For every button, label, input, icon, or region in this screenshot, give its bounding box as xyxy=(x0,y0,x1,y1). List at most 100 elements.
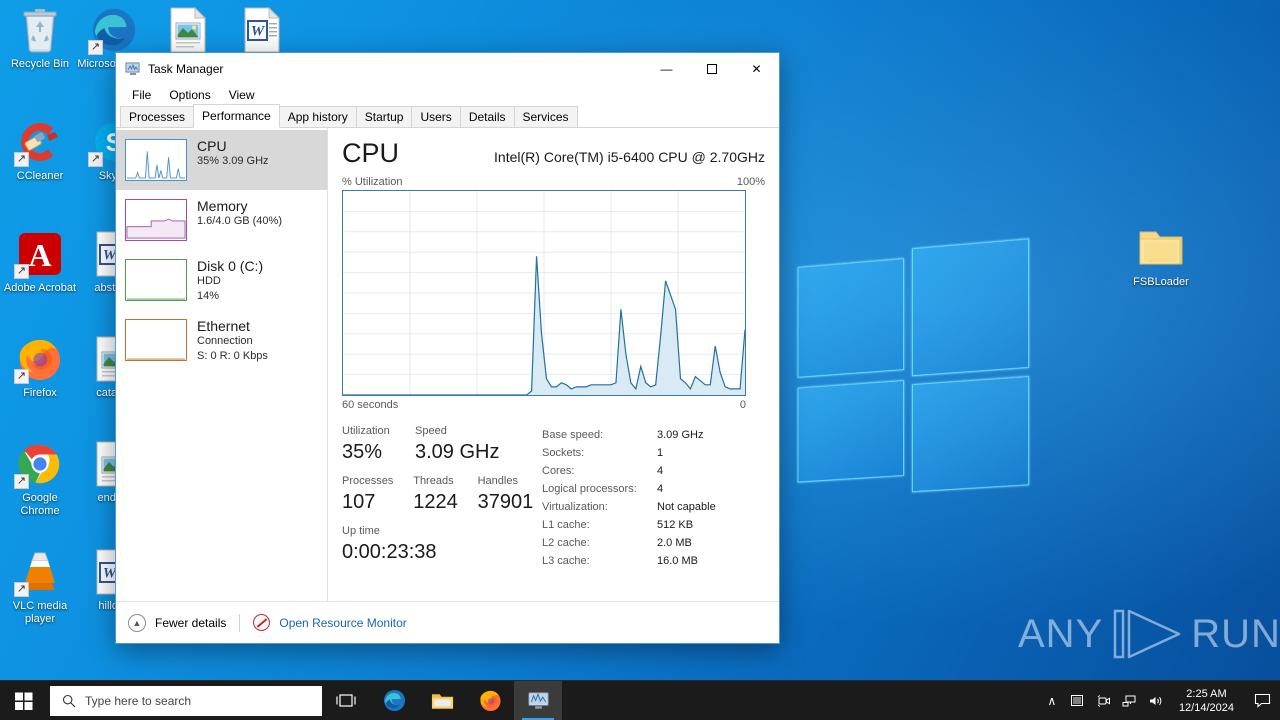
shortcut-overlay-icon: ↗ xyxy=(14,369,29,384)
taskbar-search-box[interactable]: Type here to search xyxy=(50,685,322,716)
taskbar-button-file-explorer[interactable] xyxy=(418,681,466,720)
info-value: 3.09 GHz xyxy=(657,429,704,441)
menu-bar[interactable]: File Options View xyxy=(116,84,779,106)
info-row-sockets: Sockets: 1 xyxy=(542,444,765,462)
battery-icon[interactable] xyxy=(1065,681,1091,720)
menu-item-file[interactable]: File xyxy=(124,86,159,104)
camera-icon[interactable] xyxy=(1091,681,1117,720)
windows-logo-quadrant-1 xyxy=(797,258,905,378)
info-key: L3 cache: xyxy=(542,555,590,567)
info-row-basespeed: Base speed: 3.09 GHz xyxy=(542,426,765,444)
task-manager-window[interactable]: Task Manager — ✕ File Options View Process… xyxy=(115,52,780,644)
cpu-mini-graph xyxy=(125,139,187,181)
desktop-icon-label: Adobe Acrobat xyxy=(3,282,77,294)
anyrun-play-icon xyxy=(1114,609,1181,659)
taskbar-clock[interactable]: 2:25 AM 12/14/2024 xyxy=(1169,681,1244,720)
info-row-l1cache: L1 cache: 512 KB xyxy=(542,516,765,534)
desktop-icon-fsbloader-folder[interactable]: FSBLoader xyxy=(1124,224,1198,289)
stat-processes: Processes 107 xyxy=(342,474,413,516)
desktop-icon-word-doc-1[interactable]: W xyxy=(225,6,299,58)
menu-item-options[interactable]: Options xyxy=(161,86,218,104)
anyrun-watermark-right: RUN xyxy=(1191,611,1280,656)
cpu-sub1: 35% 3.09 GHz xyxy=(197,155,269,167)
desktop-icon-label: Recycle Bin xyxy=(10,58,70,70)
desktop-icon-recycle-bin[interactable]: Recycle Bin xyxy=(3,6,77,71)
memory-sub1: 1.6/4.0 GB (40%) xyxy=(197,215,282,227)
shortcut-overlay-icon: ↗ xyxy=(14,264,29,279)
shortcut-overlay-icon: ↗ xyxy=(14,474,29,489)
task-manager-titlebar[interactable]: Task Manager — ✕ xyxy=(116,53,779,84)
network-icon[interactable] xyxy=(1117,681,1143,720)
ethernet-title: Ethernet xyxy=(197,318,250,334)
cpu-graph-svg xyxy=(343,191,745,395)
show-hidden-icons-button[interactable]: ∧ xyxy=(1039,681,1065,720)
info-value: 16.0 MB xyxy=(657,555,698,567)
word-doc-1-glyph: W xyxy=(238,6,286,54)
cpu-utilization-graph[interactable] xyxy=(342,190,746,396)
maximize-button[interactable] xyxy=(689,53,734,84)
info-row-l2cache: L2 cache: 2.0 MB xyxy=(542,534,765,552)
windows-logo-wallpaper xyxy=(790,234,1035,493)
stat-uptime-label: Up time xyxy=(342,525,380,537)
desktop-icon-ccleaner[interactable]: ↗ CCleaner xyxy=(3,118,77,183)
sidebar-item-memory[interactable]: Memory 1.6/4.0 GB (40%) xyxy=(116,190,327,250)
performance-sidebar[interactable]: CPU 35% 3.09 GHz Memory 1.6/4.0 GB (40%) Dis… xyxy=(116,128,328,601)
tab-processes[interactable]: Processes xyxy=(120,106,195,127)
windows-taskbar[interactable]: Type here to search ∧ 2:25 AM 12/14/2024 xyxy=(0,680,1280,720)
taskbar-button-task-view[interactable] xyxy=(322,681,370,720)
open-resource-monitor-link[interactable]: Open Resource Monitor xyxy=(279,616,406,630)
start-button[interactable] xyxy=(0,681,48,720)
ethernet-mini-graph xyxy=(125,319,187,361)
volume-icon[interactable] xyxy=(1143,681,1169,720)
footer-divider xyxy=(239,613,241,632)
tab-bar[interactable]: Processes Performance App history Startup Us… xyxy=(116,104,779,128)
system-tray[interactable]: ∧ 2:25 AM 12/14/2024 xyxy=(1039,681,1280,720)
window-controls[interactable]: — ✕ xyxy=(644,53,779,84)
sidebar-item-cpu[interactable]: CPU 35% 3.09 GHz xyxy=(116,130,327,190)
taskbar-button-microsoft-edge[interactable] xyxy=(370,681,418,720)
tab-startup[interactable]: Startup xyxy=(355,106,413,127)
task-manager-body: CPU 35% 3.09 GHz Memory 1.6/4.0 GB (40%) Dis… xyxy=(116,128,779,601)
close-button[interactable]: ✕ xyxy=(734,53,779,84)
desktop-icon-image-doc-1[interactable] xyxy=(151,6,225,58)
fewer-details-button[interactable]: Fewer details xyxy=(155,616,226,630)
desktop-icon-vlc-media-player[interactable]: ↗ VLC media player xyxy=(3,548,77,626)
sidebar-item-ethernet[interactable]: Ethernet Connection S: 0 R: 0 Kbps xyxy=(116,310,327,370)
cpu-stats-left: Utilization 35% Speed 3.09 GHz Processes… xyxy=(342,424,542,570)
memory-title: Memory xyxy=(197,198,248,214)
cpu-text: CPU 35% 3.09 GHz xyxy=(197,139,269,169)
performance-main-panel: CPU Intel(R) Core(TM) i5-6400 CPU @ 2.70… xyxy=(328,128,779,601)
tab-app-history[interactable]: App history xyxy=(278,106,357,127)
tab-performance[interactable]: Performance xyxy=(193,104,280,128)
desktop-icon-google-chrome[interactable]: ↗ Google Chrome xyxy=(3,440,77,518)
taskbar-button-task-manager[interactable] xyxy=(514,680,562,720)
info-value: Not capable xyxy=(657,501,716,513)
action-center-button[interactable] xyxy=(1244,681,1280,720)
clock-date: 12/14/2024 xyxy=(1178,701,1234,714)
memory-text: Memory 1.6/4.0 GB (40%) xyxy=(197,199,282,229)
desktop-icon-label: Google Chrome xyxy=(20,492,60,517)
minimize-button[interactable]: — xyxy=(644,53,689,84)
info-key: Cores: xyxy=(542,465,575,477)
tab-users[interactable]: Users xyxy=(411,106,461,127)
stat-threads-value: 1224 xyxy=(413,491,458,513)
tab-services[interactable]: Services xyxy=(513,106,578,127)
cpu-header: CPU Intel(R) Core(TM) i5-6400 CPU @ 2.70… xyxy=(342,138,765,169)
tab-details[interactable]: Details xyxy=(459,106,515,127)
windows-logo-quadrant-2 xyxy=(911,238,1030,377)
svg-text:A: A xyxy=(28,237,51,273)
desktop-icon-adobe-acrobat[interactable]: A ↗ Adobe Acrobat xyxy=(3,230,77,295)
image-file-icon xyxy=(170,7,207,53)
memory-mini-graph xyxy=(125,199,187,241)
sidebar-item-disk0[interactable]: Disk 0 (C:) HDD 14% xyxy=(116,250,327,310)
microsoft-edge-glyph: ↗ xyxy=(88,6,138,55)
taskbar-button-firefox[interactable] xyxy=(466,681,514,720)
file-explorer-icon xyxy=(431,693,453,709)
info-value: 4 xyxy=(657,465,664,477)
task-manager-footer[interactable]: ▲ Fewer details Open Resource Monitor xyxy=(116,601,779,643)
menu-item-view[interactable]: View xyxy=(221,86,263,104)
info-row-logicalprocessors: Logical processors: 4 xyxy=(542,480,765,498)
desktop-icon-label: FSBLoader xyxy=(1133,276,1189,288)
info-key: Base speed: xyxy=(542,429,604,441)
desktop-icon-firefox[interactable]: ↗ Firefox xyxy=(3,335,77,400)
